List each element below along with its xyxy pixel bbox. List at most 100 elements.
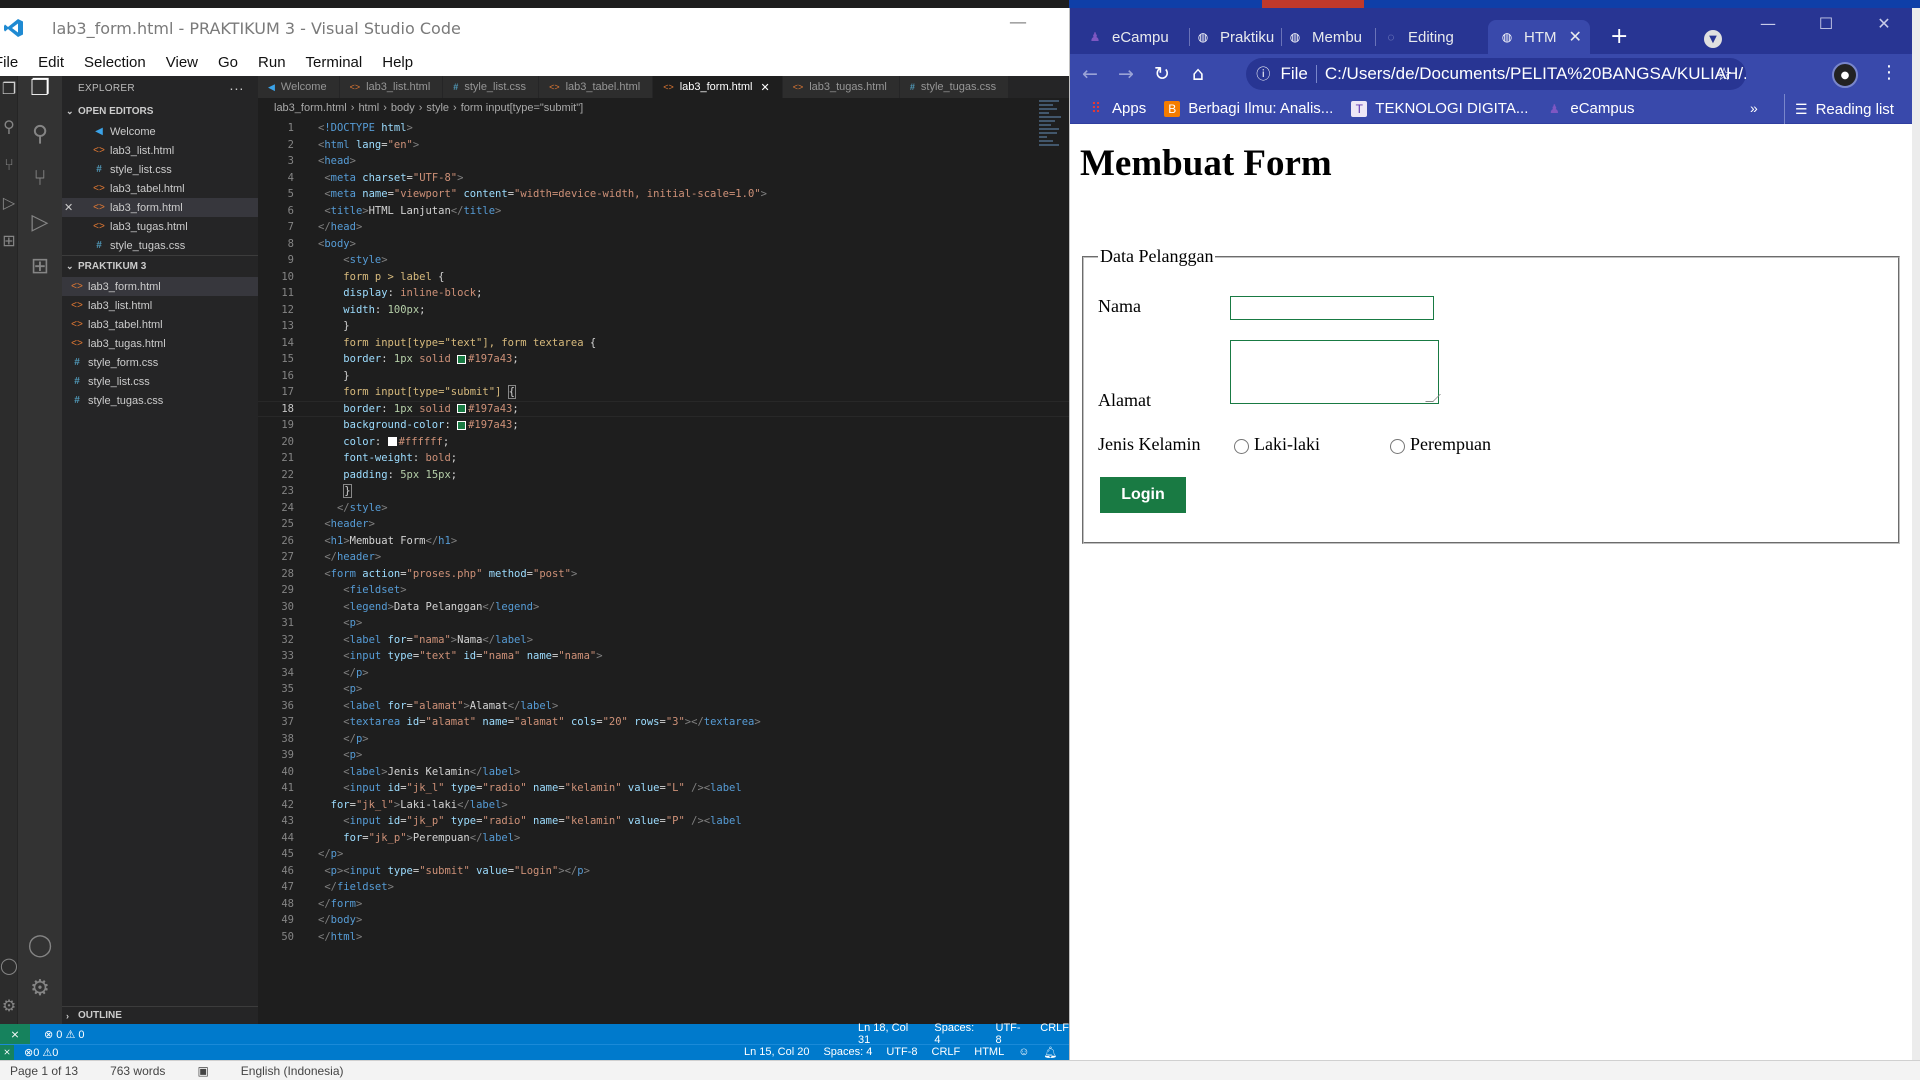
folder-file-item[interactable]: # style_form.css — [62, 353, 258, 372]
editor-tab[interactable]: <> lab3_tabel.html — [539, 76, 654, 98]
more-bookmarks-chevron-icon[interactable]: » — [1750, 100, 1758, 116]
folder-section[interactable]: ⌄ PRAKTIKUM 3 — [62, 255, 258, 277]
bookmark-ecampus[interactable]: ♟ eCampus — [1546, 100, 1635, 117]
radio-perempuan[interactable] — [1390, 439, 1405, 454]
account-icon[interactable]: ◯ — [26, 931, 54, 959]
open-editors-section[interactable]: ⌄ OPEN EDITORS — [62, 100, 258, 122]
extensions-icon-secondary[interactable]: ⊞ — [0, 226, 18, 254]
open-editor-item[interactable]: <> lab3_tugas.html — [62, 217, 258, 236]
minimize-icon[interactable]: — — [1739, 14, 1797, 33]
breadcrumb-item[interactable]: html — [358, 102, 379, 114]
explorer-icon[interactable]: ❐ — [26, 74, 54, 102]
breadcrumb-item[interactable]: style — [426, 102, 449, 114]
tab-membuat[interactable]: ◍ Membu — [1286, 20, 1376, 54]
editor-tab[interactable]: <> lab3_tugas.html — [782, 76, 900, 98]
profile-avatar[interactable]: ● — [1832, 62, 1858, 88]
home-icon[interactable]: ⌂ — [1182, 58, 1214, 90]
close-tab-icon[interactable]: ✕ — [1569, 27, 1582, 47]
bookmark-apps[interactable]: ⠿ Apps — [1088, 100, 1146, 117]
feedback-icon[interactable]: ☺ — [1018, 1046, 1029, 1059]
line-ending-secondary[interactable]: CRLF — [932, 1046, 961, 1059]
account-icon-secondary[interactable]: ◯ — [0, 951, 18, 979]
folder-file-item[interactable]: <> lab3_list.html — [62, 296, 258, 315]
breadcrumb-item[interactable]: lab3_form.html — [274, 102, 347, 114]
menu-file[interactable]: File — [0, 54, 28, 71]
color-swatch[interactable] — [457, 354, 467, 364]
extensions-icon[interactable]: ⊞ — [26, 252, 54, 280]
word-count[interactable]: 763 words — [110, 1064, 165, 1078]
line-ending[interactable]: CRLF — [1040, 1022, 1069, 1046]
reload-icon[interactable]: ↻ — [1146, 58, 1178, 90]
editor-tab[interactable]: # style_list.css — [443, 76, 540, 98]
menu-edit[interactable]: Edit — [28, 54, 74, 71]
files-icon-secondary[interactable]: ❐ — [0, 74, 18, 102]
tab-search-chevron-icon[interactable]: ▼ — [1704, 30, 1722, 48]
indentation[interactable]: Spaces: 4 — [934, 1022, 979, 1046]
menu-run[interactable]: Run — [248, 54, 296, 71]
bookmark-berbagi-ilmu[interactable]: B Berbagi Ilmu: Analis... — [1164, 100, 1333, 117]
open-editor-item[interactable]: ◀ Welcome — [62, 122, 258, 141]
menu-go[interactable]: Go — [208, 54, 248, 71]
color-swatch[interactable] — [387, 437, 397, 447]
editor-tab[interactable]: <> lab3_list.html — [339, 76, 444, 98]
cursor-position-secondary[interactable]: Ln 15, Col 20 — [744, 1046, 809, 1059]
kebab-menu-icon[interactable]: ⋮ — [1880, 62, 1898, 83]
outline-section[interactable]: › OUTLINE — [62, 1006, 258, 1024]
bookmark-teknologi-digital[interactable]: T TEKNOLOGI DIGITA... — [1351, 100, 1528, 117]
folder-file-item[interactable]: <> lab3_tugas.html — [62, 334, 258, 353]
tab-html-active[interactable]: ◍ HTM ✕ — [1488, 20, 1590, 54]
source-control-icon-secondary[interactable]: ⑂ — [0, 150, 18, 178]
page-count[interactable]: Page 1 of 13 — [10, 1064, 78, 1078]
more-actions-icon[interactable]: ··· — [229, 80, 244, 96]
nama-input[interactable] — [1230, 296, 1434, 320]
tab-praktikum[interactable]: ◍ Praktiku — [1194, 20, 1282, 54]
code-editor[interactable]: 1 <!DOCTYPE html> 2 <html lang="en"> 3 <hea… — [258, 120, 1069, 1020]
close-icon[interactable]: ✕ — [1855, 14, 1912, 33]
remote-icon[interactable]: ⨯ — [0, 1024, 30, 1044]
login-button[interactable]: Login — [1100, 477, 1186, 513]
editor-tab[interactable]: # style_tugas.css — [899, 76, 1010, 98]
address-bar[interactable]: ⓘ File C:/Users/de/Documents/PELITA%20BA… — [1246, 58, 1746, 90]
proofing-icon[interactable]: ▣ — [197, 1064, 208, 1078]
menu-view[interactable]: View — [156, 54, 208, 71]
url-text[interactable]: C:/Users/de/Documents/PELITA%20BANGSA/KU… — [1325, 64, 1746, 84]
editor-tab[interactable]: <> lab3_form.html ✕ — [653, 76, 783, 98]
radio-laki-laki-label[interactable]: Laki-laki — [1254, 434, 1320, 455]
menu-selection[interactable]: Selection — [74, 54, 156, 71]
settings-gear-icon-secondary[interactable]: ⚙ — [0, 991, 18, 1019]
source-control-icon[interactable]: ⑂ — [26, 164, 54, 192]
folder-file-item[interactable]: # style_tugas.css — [62, 391, 258, 410]
close-tab-icon[interactable]: ✕ — [760, 81, 769, 94]
folder-file-item[interactable]: <> lab3_form.html — [62, 277, 258, 296]
reading-list-button[interactable]: ☰ Reading list — [1784, 94, 1894, 124]
run-debug-icon-secondary[interactable]: ▷ — [0, 188, 18, 216]
editor-tab[interactable]: ◀ Welcome — [258, 76, 340, 98]
folder-file-item[interactable]: # style_list.css — [62, 372, 258, 391]
remote-icon-secondary[interactable]: ⨯ — [0, 1045, 14, 1060]
tab-editing[interactable]: ◌ Editing — [1382, 20, 1478, 54]
color-swatch[interactable] — [457, 404, 467, 414]
radio-perempuan-label[interactable]: Perempuan — [1410, 434, 1491, 455]
menu-terminal[interactable]: Terminal — [296, 54, 373, 71]
resize-grip-icon[interactable] — [1425, 394, 1441, 402]
color-swatch[interactable] — [457, 420, 467, 430]
tab-ecampus[interactable]: ♟ eCampu — [1086, 20, 1190, 54]
encoding-secondary[interactable]: UTF-8 — [886, 1046, 917, 1059]
maximize-icon[interactable]: ☐ — [1797, 14, 1855, 33]
notifications-bell-icon[interactable]: 🔔︎ — [1043, 1046, 1057, 1059]
open-editor-item[interactable]: # style_tugas.css — [62, 236, 258, 255]
problems-indicator[interactable]: ⊗ 0 ⚠ 0 — [44, 1028, 85, 1041]
open-editor-item[interactable]: <> lab3_tabel.html — [62, 179, 258, 198]
open-editor-item[interactable]: <> lab3_list.html — [62, 141, 258, 160]
search-icon[interactable]: ⚲ — [26, 120, 54, 148]
open-editor-item[interactable]: # style_list.css — [62, 160, 258, 179]
alamat-textarea[interactable] — [1230, 340, 1441, 404]
breadcrumb-item[interactable]: form input[type="submit"] — [461, 102, 583, 114]
new-tab-plus-icon[interactable]: + — [1610, 24, 1628, 49]
minimize-icon[interactable]: — — [1009, 12, 1027, 33]
radio-laki-laki[interactable] — [1234, 439, 1249, 454]
menu-help[interactable]: Help — [372, 54, 423, 71]
forward-arrow-icon[interactable]: → — [1110, 58, 1142, 90]
open-editor-item[interactable]: ✕ <> lab3_form.html — [62, 198, 258, 217]
breadcrumb-item[interactable]: body — [391, 102, 415, 114]
